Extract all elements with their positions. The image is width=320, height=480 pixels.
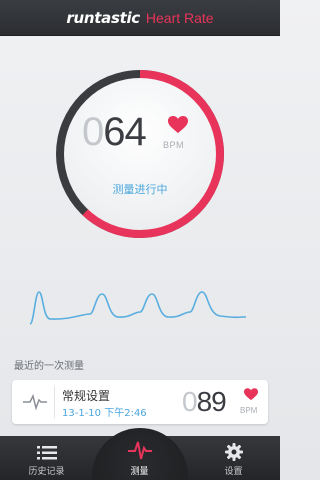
recent-measurement-card[interactable]: 常规设置 13-1-10 下午2:46 089 BPM [12, 380, 268, 424]
pulse-icon [127, 441, 152, 460]
tab-measure-label: 测量 [130, 467, 149, 477]
heart-icon [244, 388, 258, 401]
tab-bar: 历史记录 测量 设置 [0, 428, 280, 480]
recent-title: 常规设置 [62, 389, 111, 403]
recent-bpm-leading-zero: 0 [182, 386, 198, 417]
pulse-icon [23, 393, 47, 411]
tab-settings[interactable]: 设置 [187, 436, 280, 480]
heartbeat-waveform [30, 291, 246, 325]
recent-bpm-digits: 89 [196, 386, 227, 417]
recent-bpm-value: 089 [182, 386, 227, 418]
tab-settings-label: 设置 [224, 467, 243, 477]
bpm-value: 064 [82, 110, 147, 155]
heart-rate-meter: 064 BPM 测量进行中 [50, 64, 230, 244]
brand-logo: runtastic [66, 8, 140, 27]
measuring-status: 测量进行中 [112, 183, 168, 196]
tab-history-label: 历史记录 [28, 467, 65, 477]
recent-bpm-unit: BPM [240, 406, 258, 415]
recent-date: 13-1-10 下午2:46 [62, 408, 147, 419]
list-icon [36, 446, 57, 460]
tab-measure[interactable]: 测量 [93, 436, 186, 480]
tab-history[interactable]: 历史记录 [0, 436, 93, 480]
card-divider [54, 386, 55, 418]
recent-section-label: 最近的一次测量 [14, 361, 84, 372]
gear-icon [224, 443, 243, 461]
heart-icon [168, 116, 188, 133]
top-bar: runtastic Heart Rate [0, 0, 280, 36]
bpm-leading-zero: 0 [82, 110, 104, 154]
bpm-unit: BPM [163, 140, 185, 150]
bpm-digits: 64 [103, 110, 146, 154]
app-title: Heart Rate [145, 9, 214, 26]
